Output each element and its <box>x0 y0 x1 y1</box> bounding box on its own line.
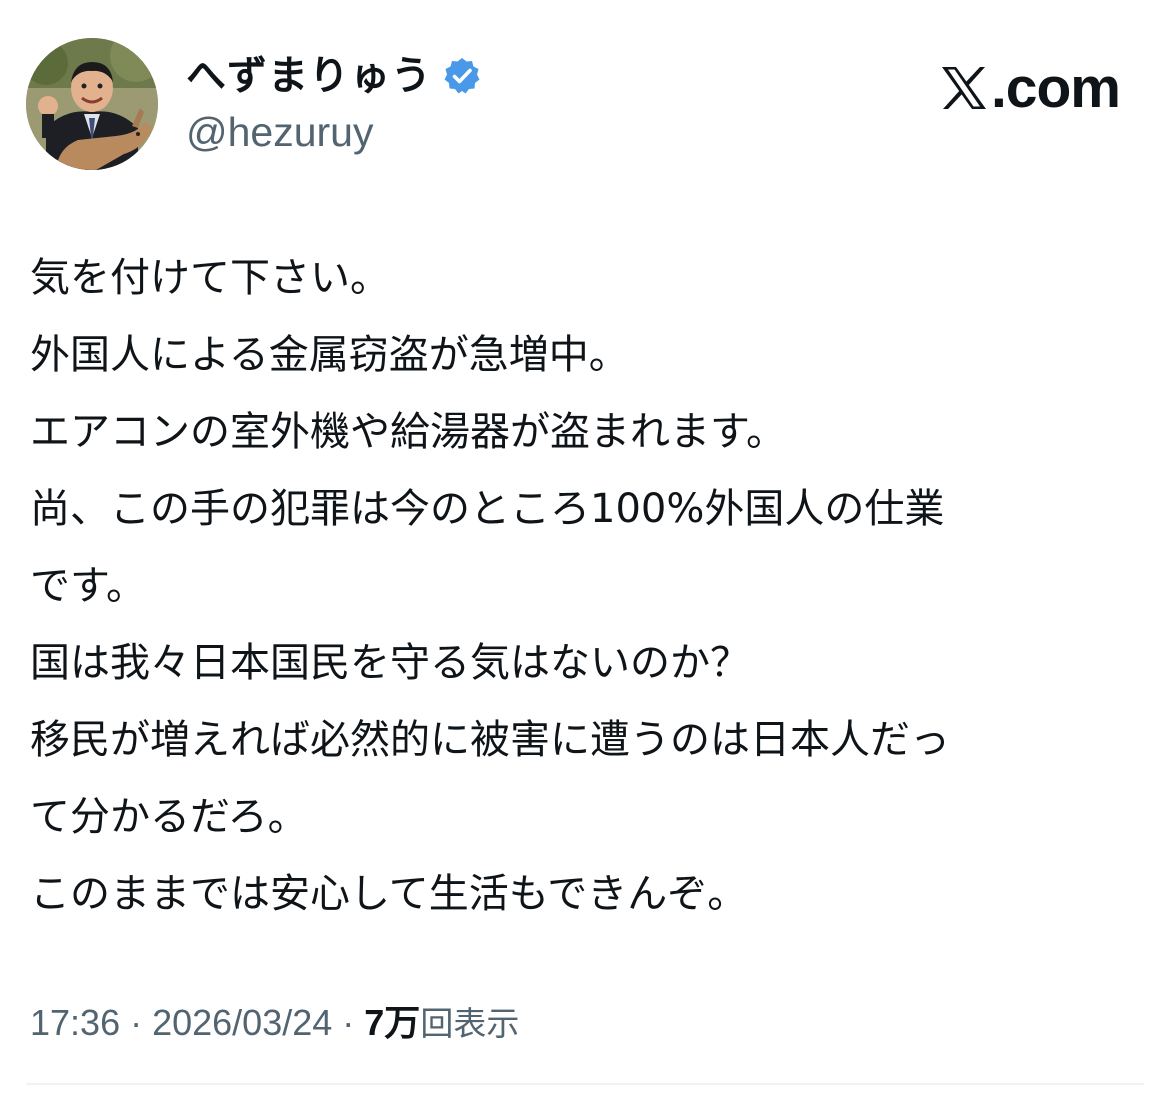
post-line: 外国人による金属窃盗が急増中。 <box>30 332 629 378</box>
meta-separator: · <box>332 1002 365 1043</box>
post-line: エアコンの室外機や給湯器が盗まれます。 <box>30 409 786 455</box>
x-brand-logo: .com <box>939 56 1121 120</box>
meta-separator: · <box>120 1002 153 1043</box>
post-line: 移民が増えれば必然的に被害に遭うのは日本人だっ <box>30 717 950 763</box>
avatar[interactable] <box>26 38 158 170</box>
view-count[interactable]: 7万 <box>364 1002 420 1043</box>
post-date[interactable]: 2026/03/24 <box>152 1002 332 1043</box>
author-display-name[interactable]: へずまりゅう <box>186 50 432 102</box>
post-line: て分かるだろ。 <box>30 794 308 840</box>
author-handle[interactable]: @hezuruy <box>186 108 373 156</box>
verified-badge-icon <box>442 56 482 96</box>
view-count-label[interactable]: 回表示 <box>420 1004 519 1043</box>
post-line: です。 <box>30 563 146 609</box>
post-line: 尚、この手の犯罪は今のところ100%外国人の仕業 <box>30 486 945 532</box>
post-meta: 17:36 · 2026/03/24 · 7万回表示 <box>30 997 519 1050</box>
tweet-card: へずまりゅう @hezuruy .com 気を付けて下さい。 外国人による金属窃… <box>0 0 1170 1112</box>
divider <box>26 1083 1144 1085</box>
post-time[interactable]: 17:36 <box>30 1002 120 1043</box>
post-line: このままでは安心して生活もできんぞ。 <box>30 871 748 917</box>
post-line: 国は我々日本国民を守る気はないのか？ <box>30 640 750 686</box>
author-name-row[interactable]: へずまりゅう <box>186 50 482 102</box>
brand-domain-text: .com <box>990 56 1121 120</box>
x-logo-icon <box>939 63 989 113</box>
post-body: 気を付けて下さい。 外国人による金属窃盗が急増中。 エアコンの室外機や給湯器が盗… <box>30 240 1140 933</box>
post-line: 気を付けて下さい。 <box>30 255 390 301</box>
avatar-photo <box>26 38 158 170</box>
